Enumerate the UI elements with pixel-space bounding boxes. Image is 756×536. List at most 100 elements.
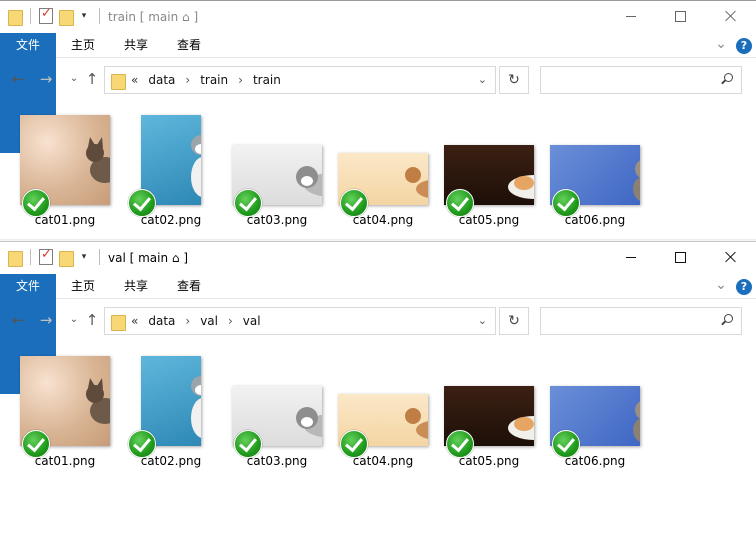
- search-icon[interactable]: [724, 314, 733, 323]
- file-list: cat01.png cat02.png cat03.png cat04.png: [0, 109, 756, 229]
- help-icon[interactable]: ?: [736, 279, 752, 295]
- file-item[interactable]: cat05.png: [436, 350, 542, 470]
- address-bar[interactable]: « data › val › val ⌄: [104, 307, 496, 335]
- search-icon[interactable]: [724, 73, 733, 82]
- navigation-bar: ← → ⌄ ↑ « data › val › val ⌄ ↻: [0, 304, 756, 338]
- title-bar[interactable]: train [ main ⌂ ]: [0, 1, 756, 33]
- tab-home[interactable]: 主页: [68, 274, 98, 298]
- expand-ribbon-chevron-icon[interactable]: [714, 37, 728, 51]
- search-box[interactable]: [540, 66, 742, 94]
- arrow-up-icon[interactable]: ↑: [84, 312, 100, 328]
- file-item[interactable]: cat03.png: [224, 350, 330, 470]
- window-title: train [ main ⌂ ]: [108, 10, 199, 24]
- explorer-window-val: val [ main ⌂ ] 文件 主页 共享 查看 ? ← → ⌄ ↑ « d…: [0, 241, 756, 536]
- file-name: cat03.png: [246, 454, 308, 468]
- close-button[interactable]: [706, 242, 756, 274]
- refresh-icon[interactable]: ↻: [499, 307, 529, 335]
- breadcrumb-item[interactable]: val: [200, 308, 218, 334]
- breadcrumb-item[interactable]: train: [253, 67, 281, 93]
- divider: [99, 8, 100, 24]
- address-bar[interactable]: « data › train › train ⌄: [104, 66, 496, 94]
- expand-ribbon-chevron-icon[interactable]: [714, 278, 728, 292]
- file-item[interactable]: cat05.png: [436, 109, 542, 229]
- file-name: cat03.png: [246, 213, 308, 227]
- maximize-button[interactable]: [656, 242, 706, 274]
- breadcrumb: « data › train › train: [131, 67, 281, 93]
- folder-icon: [111, 72, 126, 90]
- folder-icon: [8, 249, 23, 267]
- breadcrumb-overflow[interactable]: «: [131, 67, 138, 93]
- arrow-up-icon[interactable]: ↑: [84, 71, 100, 87]
- tab-share[interactable]: 共享: [121, 274, 151, 298]
- caption-buttons: [606, 1, 756, 33]
- breadcrumb: « data › val › val: [131, 308, 261, 334]
- file-item[interactable]: cat04.png: [330, 350, 436, 470]
- chevron-down-icon[interactable]: ⌄: [66, 312, 82, 328]
- file-name: cat02.png: [140, 454, 202, 468]
- file-item[interactable]: cat01.png: [12, 109, 118, 229]
- file-item[interactable]: cat02.png: [118, 109, 224, 229]
- file-item[interactable]: cat03.png: [224, 109, 330, 229]
- file-item[interactable]: cat02.png: [118, 350, 224, 470]
- file-item[interactable]: cat01.png: [12, 350, 118, 470]
- ribbon-tabs: 文件 主页 共享 查看 ?: [0, 33, 756, 153]
- properties-icon[interactable]: [39, 6, 53, 24]
- address-dropdown-icon[interactable]: ⌄: [478, 73, 487, 86]
- customize-toolbar-chevron-icon[interactable]: [79, 8, 89, 24]
- search-input[interactable]: [545, 71, 719, 91]
- title-bar[interactable]: val [ main ⌂ ]: [0, 242, 756, 274]
- file-list: cat01.png cat02.png cat03.png cat04.png: [0, 350, 756, 470]
- minimize-button[interactable]: [606, 242, 656, 274]
- breadcrumb-overflow[interactable]: «: [131, 308, 138, 334]
- chevron-right-icon[interactable]: ›: [185, 67, 190, 93]
- chevron-right-icon[interactable]: ›: [238, 67, 243, 93]
- breadcrumb-item[interactable]: val: [243, 308, 261, 334]
- file-item[interactable]: cat06.png: [542, 350, 648, 470]
- arrow-left-icon[interactable]: ←: [10, 71, 26, 87]
- quick-access-toolbar: [8, 6, 100, 26]
- tab-view[interactable]: 查看: [174, 274, 204, 298]
- ribbon-tabs: 文件 主页 共享 查看 ?: [0, 274, 756, 394]
- properties-icon[interactable]: [39, 247, 53, 265]
- explorer-window-train: train [ main ⌂ ] 文件 主页 共享 查看 ? ← → ⌄ ↑ «…: [0, 0, 756, 241]
- file-item[interactable]: cat06.png: [542, 109, 648, 229]
- navigation-bar: ← → ⌄ ↑ « data › train › train ⌄ ↻: [0, 63, 756, 97]
- search-box[interactable]: [540, 307, 742, 335]
- chevron-right-icon[interactable]: ›: [228, 308, 233, 334]
- chevron-right-icon[interactable]: ›: [185, 308, 190, 334]
- breadcrumb-item[interactable]: data: [148, 67, 175, 93]
- file-item[interactable]: cat04.png: [330, 109, 436, 229]
- search-input[interactable]: [545, 312, 719, 332]
- folder-icon: [8, 8, 23, 26]
- new-folder-icon[interactable]: [59, 8, 74, 26]
- help-icon[interactable]: ?: [736, 38, 752, 54]
- window-title: val [ main ⌂ ]: [108, 251, 189, 265]
- new-folder-icon[interactable]: [59, 249, 74, 267]
- chevron-down-icon[interactable]: ⌄: [66, 71, 82, 87]
- tab-home[interactable]: 主页: [68, 33, 98, 57]
- minimize-button[interactable]: [606, 1, 656, 33]
- file-name: cat06.png: [564, 213, 626, 227]
- file-name: cat05.png: [458, 454, 520, 468]
- tab-view[interactable]: 查看: [174, 33, 204, 57]
- file-name: cat06.png: [564, 454, 626, 468]
- breadcrumb-item[interactable]: data: [148, 308, 175, 334]
- caption-buttons: [606, 242, 756, 274]
- address-dropdown-icon[interactable]: ⌄: [478, 314, 487, 327]
- arrow-right-icon[interactable]: →: [38, 71, 54, 87]
- refresh-icon[interactable]: ↻: [499, 66, 529, 94]
- quick-access-toolbar: [8, 247, 100, 267]
- arrow-right-icon[interactable]: →: [38, 312, 54, 328]
- maximize-button[interactable]: [656, 1, 706, 33]
- file-name: cat05.png: [458, 213, 520, 227]
- file-name: cat01.png: [34, 454, 96, 468]
- tab-share[interactable]: 共享: [121, 33, 151, 57]
- divider: [30, 249, 31, 265]
- close-button[interactable]: [706, 1, 756, 33]
- folder-icon: [111, 313, 126, 331]
- breadcrumb-item[interactable]: train: [200, 67, 228, 93]
- divider: [99, 249, 100, 265]
- customize-toolbar-chevron-icon[interactable]: [79, 249, 89, 265]
- arrow-left-icon[interactable]: ←: [10, 312, 26, 328]
- divider: [30, 8, 31, 24]
